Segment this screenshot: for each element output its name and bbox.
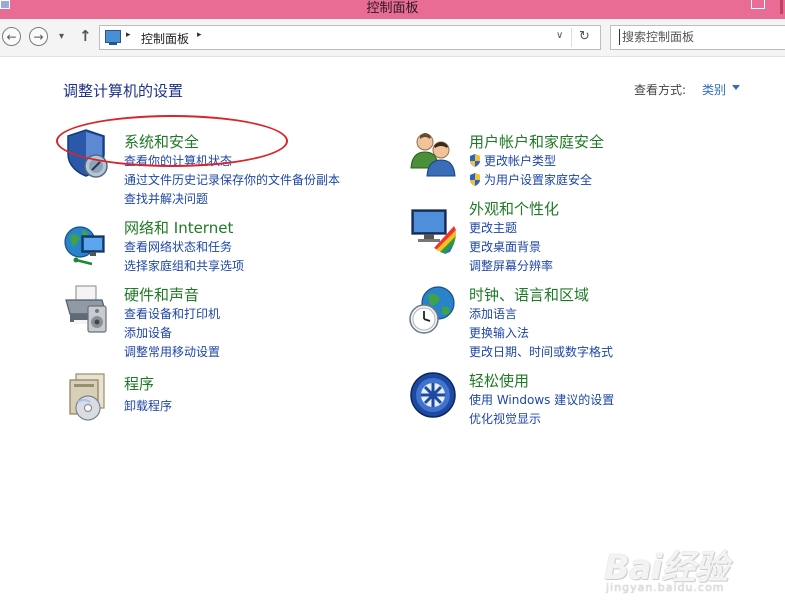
link-label: 更改帐户类型 — [484, 154, 557, 168]
link-change-input-method[interactable]: 更换输入法 — [469, 324, 529, 341]
page-title: 调整计算机的设置 — [63, 82, 184, 100]
link-change-date-time-format[interactable]: 更改日期、时间或数字格式 — [469, 343, 613, 360]
search-box[interactable] — [610, 25, 785, 50]
programs-icon — [69, 373, 105, 421]
title-bar: 控制面板 — [0, 0, 785, 19]
category-title[interactable]: 轻松使用 — [469, 370, 529, 391]
uac-shield-icon — [470, 173, 480, 186]
view-by-label: 查看方式: — [634, 83, 687, 97]
category-title[interactable]: 硬件和声音 — [124, 284, 199, 305]
window-title: 控制面板 — [366, 1, 419, 16]
breadcrumb-separator[interactable]: ▸ — [126, 30, 131, 40]
refresh-icon[interactable]: ↻ — [579, 29, 590, 44]
link-family-safety[interactable]: 为用户设置家庭安全 — [469, 171, 592, 188]
forward-button[interactable]: → — [29, 27, 48, 46]
link-add-language[interactable]: 添加语言 — [469, 305, 517, 322]
category-title[interactable]: 时钟、语言和区域 — [469, 284, 589, 305]
link-change-desktop-background[interactable]: 更改桌面背景 — [469, 238, 541, 255]
network-globe-icon — [64, 226, 105, 266]
category-title[interactable]: 网络和 Internet — [124, 217, 233, 238]
link-add-device[interactable]: 添加设备 — [124, 324, 172, 341]
address-dropdown-icon[interactable]: ∨ — [556, 30, 563, 41]
ease-of-access-icon — [410, 372, 456, 418]
up-button[interactable]: ↑ — [79, 29, 92, 44]
forward-arrow-icon: → — [33, 29, 44, 44]
link-uninstall-program[interactable]: 卸载程序 — [124, 397, 172, 414]
link-recommended-settings[interactable]: 使用 Windows 建议的设置 — [469, 391, 614, 408]
printer-icon — [65, 285, 107, 333]
link-homegroup[interactable]: 选择家庭组和共享选项 — [124, 257, 244, 274]
link-change-account-type[interactable]: 更改帐户类型 — [469, 152, 556, 169]
back-button[interactable]: ← — [2, 27, 21, 46]
link-change-theme[interactable]: 更改主题 — [469, 219, 517, 236]
watermark: Bai经验 jingyan.baidu.com — [604, 540, 774, 600]
watermark-url: jingyan.baidu.com — [606, 581, 725, 594]
link-mobility-settings[interactable]: 调整常用移动设置 — [124, 343, 220, 360]
appearance-icon — [411, 209, 456, 254]
link-troubleshoot[interactable]: 查找并解决问题 — [124, 190, 208, 207]
link-network-status[interactable]: 查看网络状态和任务 — [124, 238, 232, 255]
link-label: 为用户设置家庭安全 — [484, 173, 593, 187]
clock-globe-icon — [409, 286, 455, 334]
divider — [571, 28, 572, 47]
link-screen-resolution[interactable]: 调整屏幕分辨率 — [469, 257, 553, 274]
chevron-down-icon[interactable] — [732, 85, 740, 90]
back-arrow-icon: ← — [6, 29, 17, 44]
view-by-dropdown[interactable]: 类别 — [702, 81, 726, 98]
breadcrumb-control-panel[interactable]: 控制面板 — [141, 30, 189, 47]
category-title[interactable]: 外观和个性化 — [469, 198, 559, 219]
control-panel-icon — [105, 30, 121, 45]
category-title[interactable]: 用户帐户和家庭安全 — [469, 131, 604, 152]
link-file-history[interactable]: 通过文件历史记录保存你的文件备份副本 — [124, 171, 340, 188]
navigation-bar: ← → ▾ ↑ ▸ 控制面板 ▸ ∨ ↻ — [0, 19, 785, 57]
close-button[interactable] — [780, 0, 783, 14]
link-optimize-visual-display[interactable]: 优化视觉显示 — [469, 410, 541, 427]
users-icon — [410, 133, 456, 177]
link-devices-printers[interactable]: 查看设备和打印机 — [124, 305, 220, 322]
uac-shield-icon — [470, 154, 480, 167]
annotation-ellipse — [56, 115, 288, 167]
maximize-button[interactable] — [751, 0, 765, 9]
breadcrumb-separator[interactable]: ▸ — [197, 30, 202, 40]
search-input[interactable] — [619, 29, 782, 45]
category-title[interactable]: 程序 — [124, 373, 154, 394]
address-bar[interactable]: ▸ 控制面板 ▸ ∨ ↻ — [99, 25, 601, 50]
recent-locations-dropdown[interactable]: ▾ — [59, 32, 64, 42]
